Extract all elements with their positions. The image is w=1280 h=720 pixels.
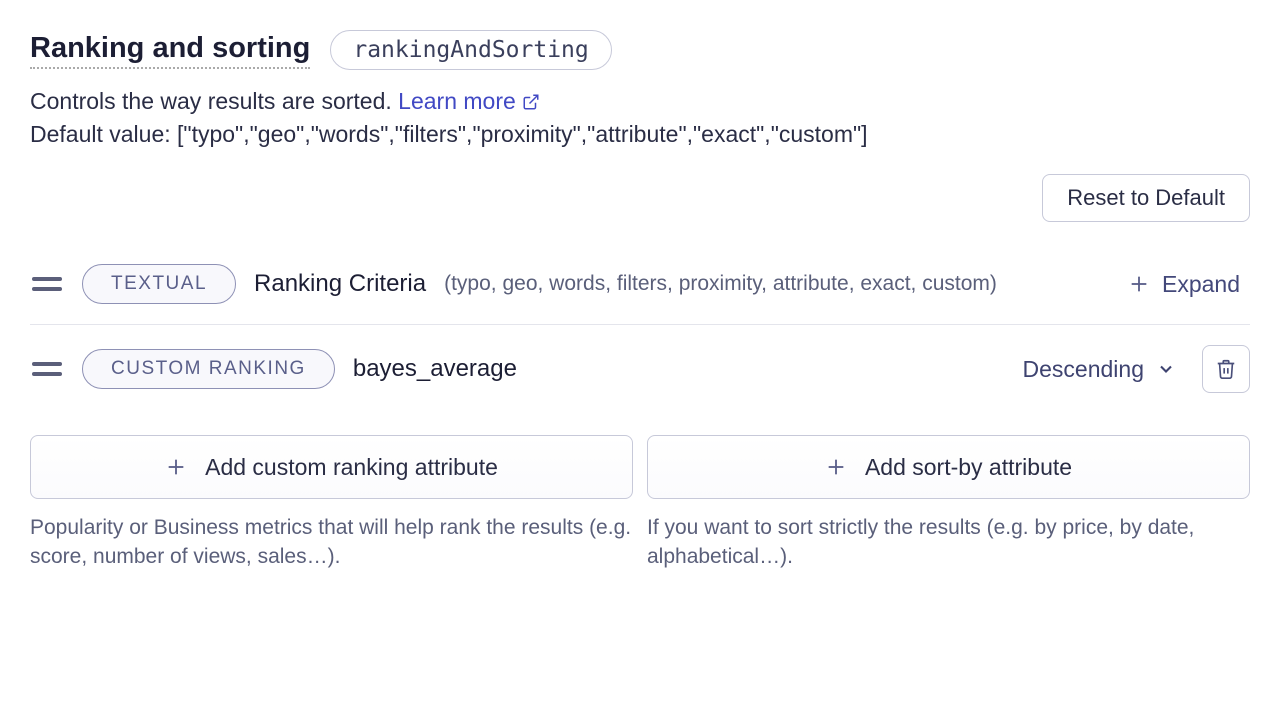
rule-name: Ranking Criteria — [254, 270, 426, 298]
learn-more-label: Learn more — [398, 88, 516, 115]
add-buttons-row: Add custom ranking attribute Popularity … — [30, 435, 1250, 572]
order-label: Descending — [1023, 356, 1144, 383]
section-title: Ranking and sorting — [30, 32, 310, 69]
order-dropdown[interactable]: Descending — [1015, 350, 1184, 389]
learn-more-link[interactable]: Learn more — [398, 88, 540, 115]
rule-name: bayes_average — [353, 355, 517, 383]
rule-detail: (typo, geo, words, filters, proximity, a… — [444, 270, 1100, 298]
expand-label: Expand — [1162, 271, 1240, 298]
rule-type-pill: TEXTUAL — [82, 264, 236, 304]
trash-icon — [1215, 357, 1237, 381]
ranking-row-custom: CUSTOM RANKING bayes_average Descending — [30, 325, 1250, 413]
api-name-tag: rankingAndSorting — [330, 30, 611, 70]
reset-to-default-button[interactable]: Reset to Default — [1042, 174, 1250, 222]
add-sort-by-label: Add sort-by attribute — [865, 454, 1072, 481]
add-sort-by-button[interactable]: Add sort-by attribute — [647, 435, 1250, 499]
custom-ranking-help: Popularity or Business metrics that will… — [30, 513, 633, 572]
external-link-icon — [522, 93, 540, 111]
ranking-row-textual: TEXTUAL Ranking Criteria (typo, geo, wor… — [30, 244, 1250, 325]
drag-handle-icon[interactable] — [30, 277, 64, 291]
section-header: Ranking and sorting rankingAndSorting — [30, 30, 1250, 70]
add-sort-by-column: Add sort-by attribute If you want to sor… — [647, 435, 1250, 572]
sort-by-help: If you want to sort strictly the results… — [647, 513, 1250, 572]
delete-button[interactable] — [1202, 345, 1250, 393]
section-description: Controls the way results are sorted. Lea… — [30, 88, 1250, 115]
add-custom-ranking-label: Add custom ranking attribute — [205, 454, 498, 481]
plus-icon — [1128, 273, 1150, 295]
add-custom-ranking-column: Add custom ranking attribute Popularity … — [30, 435, 633, 572]
reset-row: Reset to Default — [30, 174, 1250, 222]
description-text: Controls the way results are sorted. — [30, 88, 398, 114]
expand-button[interactable]: Expand — [1118, 265, 1250, 304]
chevron-down-icon — [1156, 359, 1176, 379]
add-custom-ranking-button[interactable]: Add custom ranking attribute — [30, 435, 633, 499]
rule-type-pill: CUSTOM RANKING — [82, 349, 335, 389]
drag-handle-icon[interactable] — [30, 362, 64, 376]
default-value: Default value: ["typo","geo","words","fi… — [30, 121, 1250, 148]
plus-icon — [165, 456, 187, 478]
plus-icon — [825, 456, 847, 478]
